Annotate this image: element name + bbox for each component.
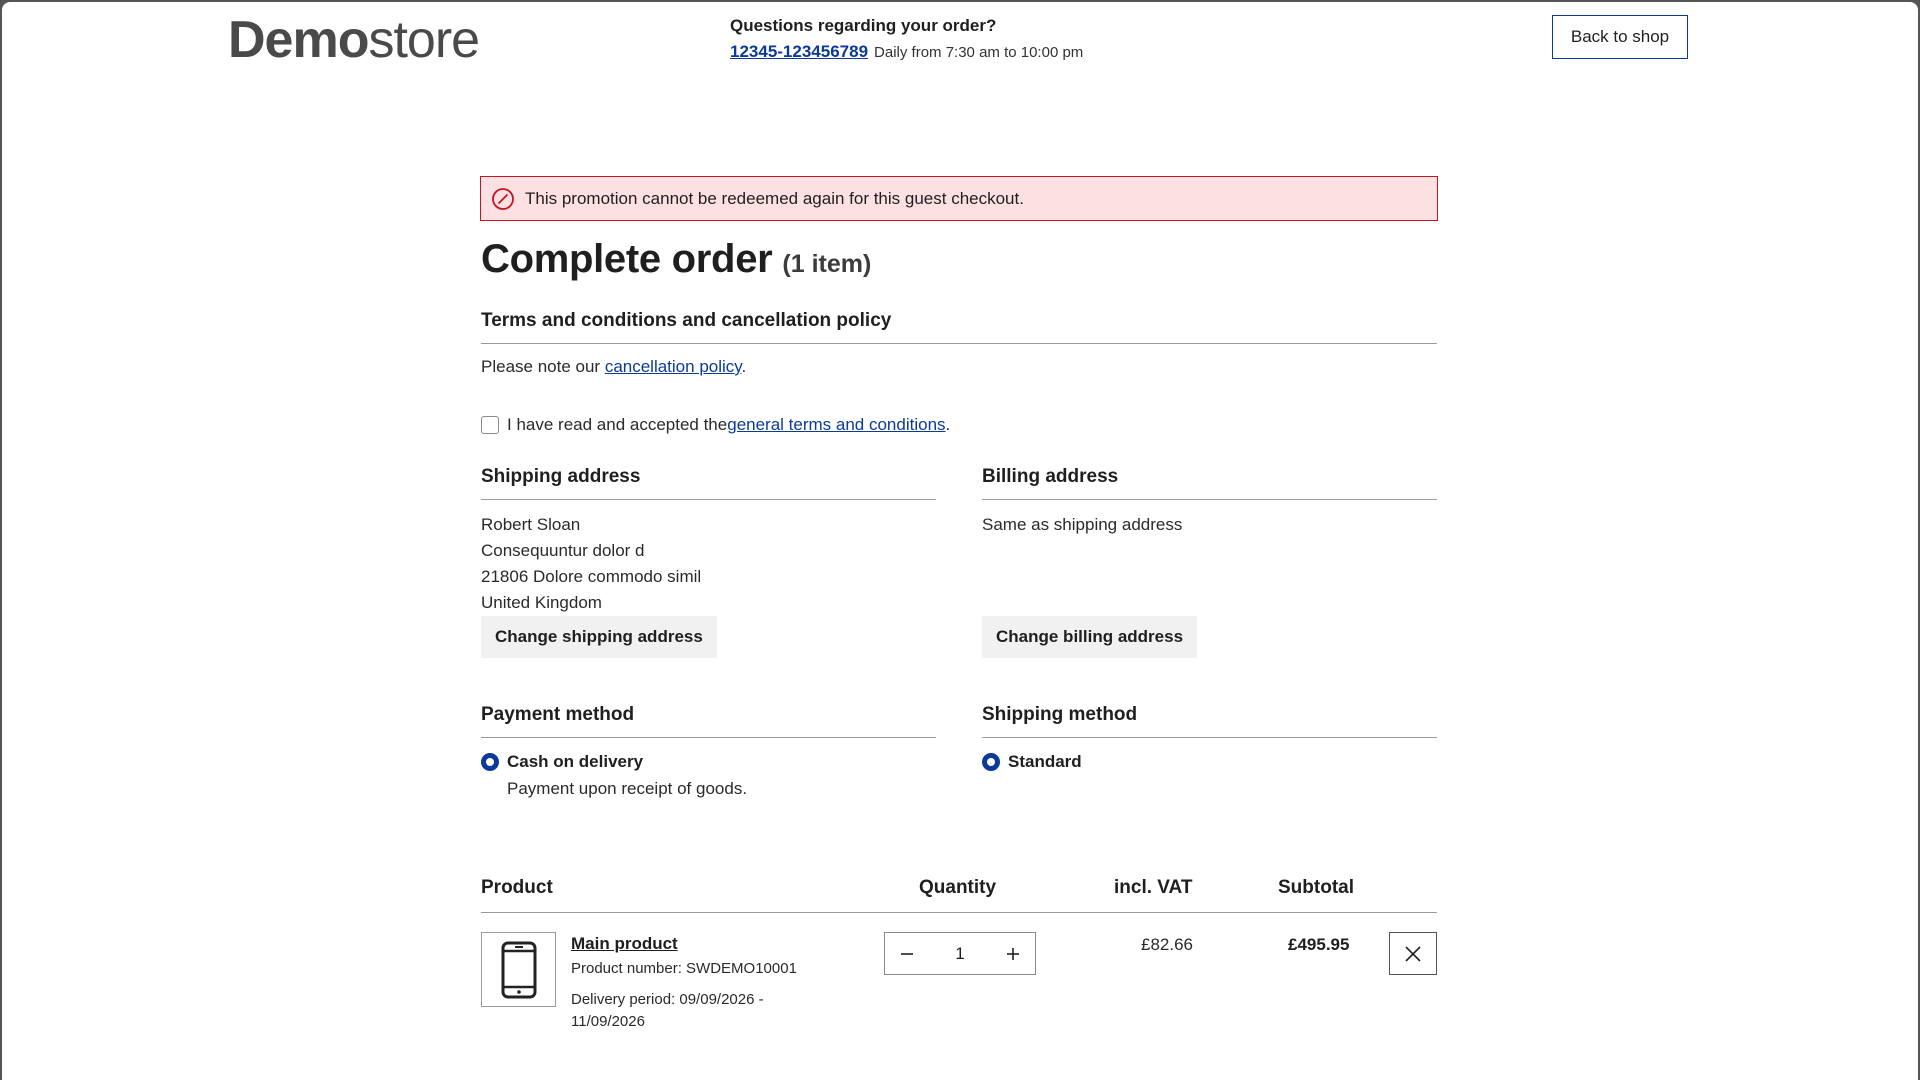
shipping-address-lines: Robert Sloan Consequuntur dolor d 21806 … xyxy=(481,512,936,626)
shipping-address-city: 21806 Dolore commodo simil xyxy=(481,567,702,586)
product-thumbnail[interactable] xyxy=(481,932,556,1007)
page-title: Complete order (1 item) xyxy=(481,237,1437,282)
cancellation-note-suffix: . xyxy=(741,357,747,376)
terms-section: Terms and conditions and cancellation po… xyxy=(481,310,1437,435)
col-header-subtotal: Subtotal xyxy=(1278,877,1354,898)
page-frame: Demostore Questions regarding your order… xyxy=(2,2,1918,1080)
change-billing-address-button[interactable]: Change billing address xyxy=(982,616,1198,658)
terms-checkbox-row[interactable]: I have read and accepted the general ter… xyxy=(481,415,1437,435)
payment-option-label: Cash on delivery xyxy=(507,752,644,771)
hotline-question: Questions regarding your order? xyxy=(730,16,997,35)
quantity-value[interactable]: 1 xyxy=(955,944,964,964)
product-info: Main product Product number: SWDEMO10001… xyxy=(571,934,811,1033)
billing-address-card: Billing address Same as shipping address… xyxy=(982,466,1437,658)
shipping-address-name: Robert Sloan xyxy=(481,515,581,534)
shipping-option-label: Standard xyxy=(1008,752,1082,771)
payment-method-card: Payment method Cash on delivery Payment … xyxy=(481,704,936,799)
logo-bold-text: Demo xyxy=(228,11,369,69)
minus-icon xyxy=(901,952,913,955)
back-to-shop-button[interactable]: Back to shop xyxy=(1552,15,1688,59)
shipping-address-country: United Kingdom xyxy=(481,593,602,612)
product-name-link[interactable]: Main product xyxy=(571,934,811,954)
terms-checkbox[interactable] xyxy=(481,416,499,434)
shipping-method-card: Shipping method Standard xyxy=(982,704,1437,799)
line-item-row: Main product Product number: SWDEMO10001… xyxy=(481,913,1437,1043)
remove-item-button[interactable] xyxy=(1389,932,1437,975)
change-shipping-address-button[interactable]: Change shipping address xyxy=(481,616,717,658)
hotline-phone-link[interactable]: 12345-123456789 xyxy=(730,42,868,61)
payment-option-description: Payment upon receipt of goods. xyxy=(507,779,748,798)
billing-address-heading: Billing address xyxy=(982,466,1437,500)
shipping-option-standard[interactable]: Standard xyxy=(982,752,1437,772)
methods-section: Payment method Cash on delivery Payment … xyxy=(481,704,1437,799)
terms-checkbox-suffix: . xyxy=(945,415,951,434)
payment-radio-selected[interactable] xyxy=(481,753,499,771)
item-subtotal: £495.95 xyxy=(1288,935,1350,954)
cancellation-note-prefix: Please note our xyxy=(481,357,605,376)
store-logo[interactable]: Demostore xyxy=(228,11,480,69)
billing-address-text: Same as shipping address xyxy=(982,515,1183,534)
cancellation-note: Please note our cancellation policy. xyxy=(481,357,1437,377)
item-count: (1 item) xyxy=(782,250,872,278)
close-icon xyxy=(1405,945,1421,962)
line-items-header: Product Quantity incl. VAT Subtotal xyxy=(481,877,1437,913)
promotion-error-alert: This promotion cannot be redeemed again … xyxy=(480,176,1438,221)
page-title-text: Complete order xyxy=(481,237,773,281)
col-header-quantity: Quantity xyxy=(919,877,997,898)
plus-icon xyxy=(1007,947,1019,960)
item-vat-price: £82.66 xyxy=(1141,935,1193,954)
addresses-section: Shipping address Robert Sloan Consequunt… xyxy=(481,466,1437,658)
quantity-decrease-button[interactable] xyxy=(885,933,929,974)
quantity-stepper[interactable]: 1 xyxy=(884,932,1036,975)
shipping-address-street: Consequuntur dolor d xyxy=(481,541,645,560)
checkout-content: This promotion cannot be redeemed again … xyxy=(480,176,1438,1043)
alert-message: This promotion cannot be redeemed again … xyxy=(525,188,1024,208)
hotline-line: 12345-123456789 Daily from 7:30 am to 10:… xyxy=(730,42,1083,62)
blocked-icon xyxy=(492,187,514,210)
shipping-radio-selected[interactable] xyxy=(982,753,1000,771)
billing-address-lines: Same as shipping address xyxy=(982,512,1437,626)
shipping-address-heading: Shipping address xyxy=(481,466,936,500)
shipping-address-card: Shipping address Robert Sloan Consequunt… xyxy=(481,466,936,658)
logo-thin-text: store xyxy=(368,11,480,69)
terms-heading: Terms and conditions and cancellation po… xyxy=(481,310,1437,344)
col-header-vat: incl. VAT xyxy=(1114,877,1193,898)
col-header-product: Product xyxy=(481,877,553,898)
shipping-method-heading: Shipping method xyxy=(982,704,1437,738)
payment-method-heading: Payment method xyxy=(481,704,936,738)
hotline-hours: Daily from 7:30 am to 10:00 pm xyxy=(874,44,1084,61)
hotline: Questions regarding your order? 12345-12… xyxy=(730,16,1083,62)
general-terms-link[interactable]: general terms and conditions xyxy=(727,415,945,435)
cancellation-policy-link[interactable]: cancellation policy xyxy=(605,357,742,376)
product-number: Product number: SWDEMO10001 xyxy=(571,960,797,977)
terms-checkbox-prefix: I have read and accepted the xyxy=(507,415,728,434)
delivery-period: Delivery period: 09/09/2026 - 11/09/2026 xyxy=(571,991,764,1030)
quantity-increase-button[interactable] xyxy=(991,933,1035,974)
smartphone-icon xyxy=(501,941,536,998)
payment-option-cash-on-delivery[interactable]: Cash on delivery xyxy=(481,752,936,772)
